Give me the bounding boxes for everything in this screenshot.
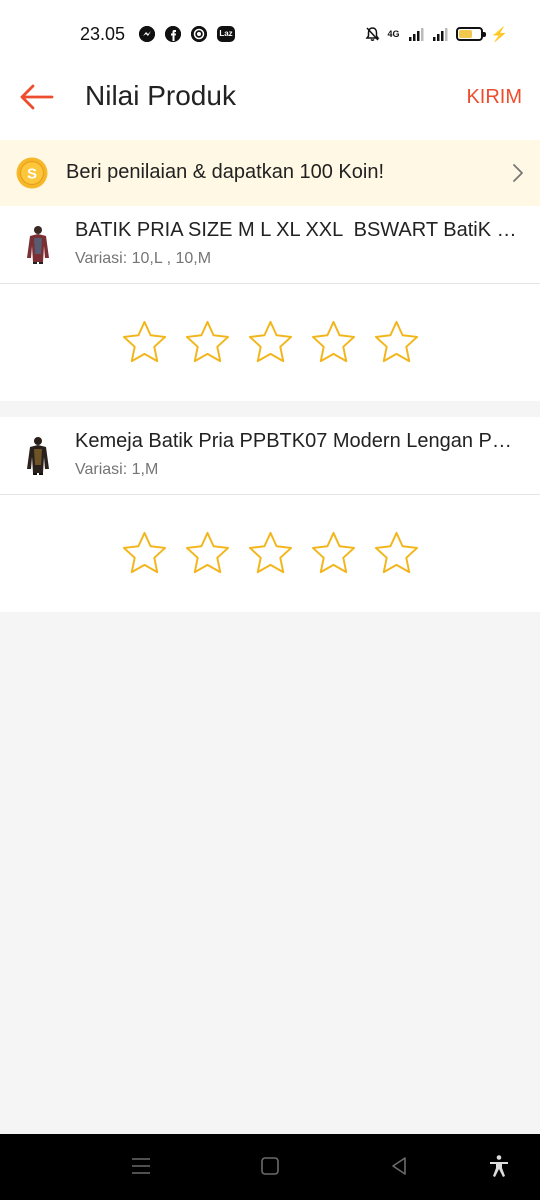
star-icon[interactable] [121,530,168,577]
lazada-icon: Laz [217,26,235,42]
messenger-icon [139,26,155,42]
star-rating[interactable] [0,495,540,612]
mute-bell-icon [365,27,380,41]
product-thumbnail-shirt-icon [27,226,49,264]
product-row[interactable]: Kemeja Batik Pria PPBTK07 Modern Lengan … [0,417,540,495]
back-arrow-icon[interactable] [18,83,54,111]
star-icon[interactable] [121,319,168,366]
signal-strength-icon-2 [432,28,448,41]
submit-button[interactable]: KIRIM [466,86,522,109]
coin-banner-text: Beri penilaian & dapatkan 100 Koin! [66,161,385,183]
chrome-icon [191,26,207,42]
home-square-icon[interactable] [258,1154,282,1178]
network-type-label: 4G [387,29,400,39]
product-name: Kemeja Batik Pria PPBTK07 Modern Lengan … [75,430,523,452]
star-icon[interactable] [373,319,420,366]
back-triangle-icon[interactable] [387,1154,411,1178]
product-review-card: BATIK PRIA SIZE M L XL XXL BSWART BatiK … [0,206,540,401]
facebook-icon [165,26,181,42]
star-icon[interactable] [310,319,357,366]
status-bar: 23.05 Laz 4G ⚡ [0,0,540,66]
star-icon[interactable] [247,319,294,366]
lazada-label: Laz [219,29,233,38]
battery-level [458,30,473,38]
menu-icon[interactable] [129,1154,153,1178]
star-icon[interactable] [373,530,420,577]
app-bar: Nilai Produk KIRIM [0,66,540,140]
product-thumbnail-shirt-icon [27,437,49,475]
page-title: Nilai Produk [85,80,236,111]
star-icon[interactable] [310,530,357,577]
status-indicators: 4G ⚡ [365,24,508,44]
product-variant: Variasi: 10,L , 10,M [75,250,212,267]
product-review-card: Kemeja Batik Pria PPBTK07 Modern Lengan … [0,417,540,612]
battery-icon [455,27,486,41]
signal-strength-icon [408,28,424,41]
charging-icon: ⚡ [490,25,508,42]
coin-icon: S [16,157,48,189]
status-time: 23.05 [80,24,126,44]
star-icon[interactable] [184,319,231,366]
star-icon[interactable] [184,530,231,577]
product-variant: Variasi: 1,M [75,461,159,478]
star-rating[interactable] [0,284,540,401]
system-nav-bar [0,1134,540,1200]
product-row[interactable]: BATIK PRIA SIZE M L XL XXL BSWART BatiK … [0,206,540,284]
chevron-right-icon [513,164,523,182]
product-name: BATIK PRIA SIZE M L XL XXL BSWART BatiK … [75,219,523,241]
star-icon[interactable] [247,530,294,577]
coin-symbol: S [27,166,37,183]
coin-reward-banner[interactable]: S Beri penilaian & dapatkan 100 Koin! [0,140,540,206]
accessibility-icon[interactable] [487,1154,511,1178]
